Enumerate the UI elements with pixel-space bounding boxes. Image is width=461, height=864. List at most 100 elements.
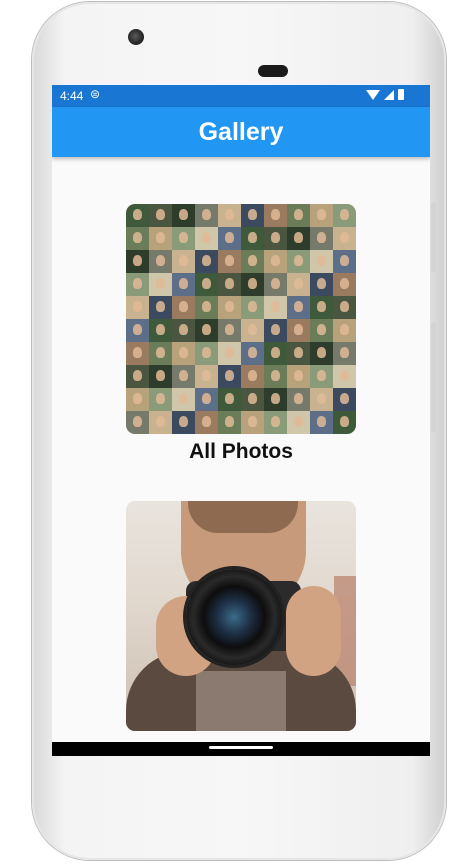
portrait-tile [310, 250, 333, 273]
portrait-tile [195, 388, 218, 411]
portrait-tile [241, 296, 264, 319]
portrait-tile [333, 319, 356, 342]
portrait-tile [333, 388, 356, 411]
portrait-tile [126, 342, 149, 365]
portrait-tile [218, 296, 241, 319]
portrait-tile [195, 296, 218, 319]
portrait-tile [310, 319, 333, 342]
portrait-tile [149, 296, 172, 319]
portrait-tile [287, 296, 310, 319]
portrait-tile [195, 204, 218, 227]
portrait-tile [172, 273, 195, 296]
portrait-tile [287, 227, 310, 250]
portrait-tile [195, 342, 218, 365]
portrait-tile [195, 319, 218, 342]
screen: 4:44 ⊜ Gallery All Photos [52, 85, 430, 756]
portrait-tile [264, 227, 287, 250]
battery-icon [398, 89, 404, 100]
portrait-tile [241, 204, 264, 227]
portrait-tile [333, 342, 356, 365]
portrait-tile [241, 273, 264, 296]
portrait-tile [172, 342, 195, 365]
portrait-tile [333, 227, 356, 250]
portrait-tile [218, 319, 241, 342]
portrait-tile [195, 227, 218, 250]
portrait-tile [310, 342, 333, 365]
portrait-tile [310, 227, 333, 250]
portrait-tile [241, 365, 264, 388]
portrait-tile [195, 411, 218, 434]
portrait-tile [149, 388, 172, 411]
portrait-tile [310, 411, 333, 434]
album-thumbnail-photographer[interactable] [126, 501, 356, 731]
portrait-tile [264, 365, 287, 388]
portrait-tile [333, 411, 356, 434]
portrait-tile [241, 411, 264, 434]
album-card-all-photos[interactable]: All Photos [126, 204, 356, 464]
portrait-tile [287, 365, 310, 388]
portrait-tile [287, 250, 310, 273]
portrait-mosaic [126, 204, 356, 434]
wifi-icon [366, 89, 380, 100]
portrait-tile [310, 204, 333, 227]
portrait-tile [264, 342, 287, 365]
front-camera [128, 29, 144, 45]
portrait-tile [126, 204, 149, 227]
home-gesture-handle[interactable] [209, 746, 273, 749]
photographer-image [126, 501, 356, 731]
portrait-tile [264, 411, 287, 434]
portrait-tile [126, 365, 149, 388]
portrait-tile [333, 365, 356, 388]
portrait-tile [126, 227, 149, 250]
portrait-tile [264, 273, 287, 296]
navigation-bar [52, 742, 430, 756]
portrait-tile [172, 227, 195, 250]
portrait-tile [172, 411, 195, 434]
portrait-tile [126, 388, 149, 411]
power-button [431, 322, 436, 432]
album-label: All Photos [189, 440, 293, 463]
volume-button [431, 202, 436, 272]
portrait-tile [149, 227, 172, 250]
portrait-tile [126, 296, 149, 319]
portrait-tile [218, 227, 241, 250]
portrait-tile [287, 273, 310, 296]
status-time: 4:44 [60, 89, 84, 103]
portrait-tile [149, 250, 172, 273]
portrait-tile [287, 388, 310, 411]
portrait-tile [310, 296, 333, 319]
portrait-tile [149, 342, 172, 365]
portrait-tile [195, 365, 218, 388]
portrait-tile [264, 250, 287, 273]
portrait-tile [149, 319, 172, 342]
portrait-tile [149, 273, 172, 296]
portrait-tile [172, 296, 195, 319]
status-icons [366, 89, 404, 100]
portrait-tile [218, 411, 241, 434]
portrait-tile [126, 319, 149, 342]
album-card-second[interactable] [126, 501, 356, 737]
portrait-tile [172, 250, 195, 273]
earpiece-speaker [258, 65, 288, 77]
portrait-tile [172, 388, 195, 411]
portrait-tile [333, 204, 356, 227]
portrait-tile [241, 342, 264, 365]
portrait-tile [310, 388, 333, 411]
signal-icon [384, 89, 394, 100]
portrait-tile [287, 319, 310, 342]
album-thumbnail-mosaic[interactable] [126, 204, 356, 434]
portrait-tile [218, 388, 241, 411]
portrait-tile [172, 204, 195, 227]
portrait-tile [126, 250, 149, 273]
portrait-tile [172, 365, 195, 388]
portrait-tile [218, 250, 241, 273]
portrait-tile [195, 273, 218, 296]
portrait-tile [218, 204, 241, 227]
portrait-tile [126, 411, 149, 434]
portrait-tile [287, 411, 310, 434]
portrait-tile [218, 342, 241, 365]
portrait-tile [218, 273, 241, 296]
portrait-tile [172, 319, 195, 342]
portrait-tile [126, 273, 149, 296]
status-bar: 4:44 ⊜ [52, 85, 430, 107]
